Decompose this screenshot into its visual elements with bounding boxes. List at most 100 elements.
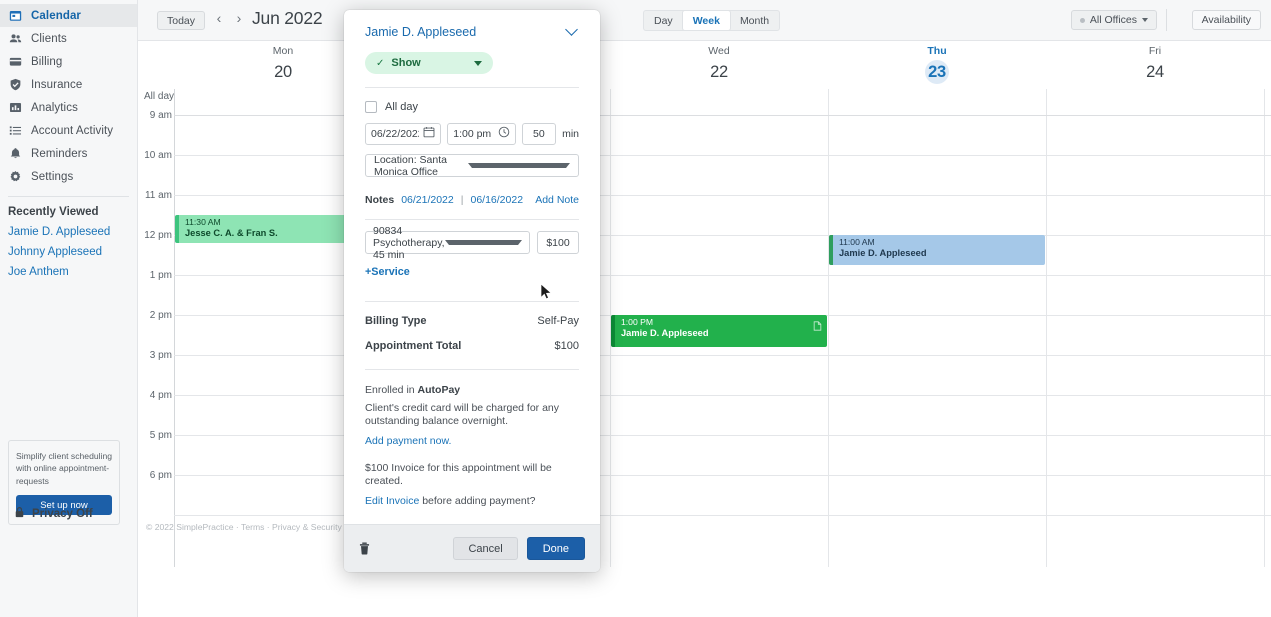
today-button[interactable]: Today	[157, 11, 206, 30]
cancel-button[interactable]: Cancel	[453, 537, 518, 560]
lock-icon	[14, 505, 25, 523]
invoice-text: $100 Invoice for this appointment will b…	[365, 461, 552, 488]
attendance-status-dropdown[interactable]: ✓ Show	[365, 52, 493, 74]
time-field[interactable]	[447, 123, 516, 145]
hour-label: 1 pm	[149, 270, 172, 281]
chevron-left-icon[interactable]: ‹	[212, 10, 226, 26]
location-dropdown[interactable]: Location: Santa Monica Office	[365, 154, 579, 178]
all-day-row: All day	[365, 101, 579, 113]
day-header-thu[interactable]: Thu 23	[828, 41, 1046, 84]
billing-type-row: Billing Type Self-Pay	[365, 315, 579, 327]
attendance-status-label: Show	[391, 57, 421, 69]
modal-divider	[365, 301, 579, 302]
time-input[interactable]	[453, 128, 494, 140]
grid-hour-line	[174, 195, 1271, 196]
hour-label: 10 am	[144, 150, 172, 161]
tab-week[interactable]: Week	[682, 11, 730, 30]
add-note-link[interactable]: Add Note	[535, 194, 579, 206]
sidebar-item-analytics[interactable]: Analytics	[0, 96, 137, 119]
recent-item[interactable]: Joe Anthem	[0, 258, 137, 278]
notes-label: Notes	[365, 194, 395, 206]
appointment-total-value: $100	[554, 340, 579, 352]
add-service-link[interactable]: +Service	[365, 266, 410, 278]
notes-separator: |	[460, 194, 464, 206]
sidebar-item-insurance[interactable]: Insurance	[0, 73, 137, 96]
recent-item[interactable]: Jamie D. Appleseed	[0, 218, 137, 238]
sidebar-item-label: Calendar	[31, 9, 82, 22]
promo-text: Simplify client scheduling with online a…	[16, 451, 113, 486]
view-toggle-group: Day Week Month	[643, 10, 781, 31]
toolbar-divider	[1166, 9, 1167, 31]
hour-label: 12 pm	[144, 230, 172, 241]
duration-input[interactable]	[527, 128, 551, 140]
calendar-picker-icon[interactable]	[423, 125, 435, 143]
note-date-link[interactable]: 06/21/2022	[401, 194, 454, 206]
event-time: 11:00 AM	[839, 237, 875, 247]
grid-hour-line	[174, 355, 1271, 356]
day-number: 23	[925, 60, 949, 84]
chevron-right-icon[interactable]: ›	[232, 10, 246, 26]
sidebar-item-label: Reminders	[31, 147, 88, 160]
calendar-event[interactable]: 11:00 AM Jamie D. Appleseed	[829, 235, 1045, 265]
check-icon: ✓	[376, 57, 385, 69]
sidebar-item-label: Insurance	[31, 78, 83, 91]
notes-row: Notes 06/21/2022 | 06/16/2022 Add Note	[365, 194, 579, 206]
datetime-row: min	[365, 123, 579, 145]
hour-label: 9 am	[149, 110, 172, 121]
autopay-description: Client's credit card will be charged for…	[365, 402, 560, 428]
sidebar-item-account-activity[interactable]: Account Activity	[0, 119, 137, 142]
privacy-toggle[interactable]: Privacy Off	[14, 505, 93, 523]
grid-hour-line	[174, 155, 1271, 156]
grid-column-line	[828, 89, 829, 567]
gear-icon	[8, 170, 22, 184]
sidebar-item-label: Account Activity	[31, 124, 114, 137]
calendar-view: Mon 20 Tue 21 Wed 22 Thu 23 Fri 24 All d…	[138, 41, 1271, 617]
calendar-icon	[8, 9, 22, 23]
recently-viewed-title: Recently Viewed	[8, 206, 99, 218]
duration-field[interactable]	[521, 123, 557, 145]
trash-icon[interactable]	[359, 542, 370, 555]
add-payment-link[interactable]: Add payment now.	[365, 435, 579, 448]
all-day-checkbox[interactable]	[365, 101, 377, 113]
clock-icon[interactable]	[498, 125, 510, 143]
hour-label: 4 pm	[149, 390, 172, 401]
all-offices-dropdown[interactable]: All Offices	[1070, 10, 1157, 30]
chevron-down-icon[interactable]	[565, 23, 578, 36]
sidebar-item-calendar[interactable]: Calendar	[0, 4, 137, 27]
sidebar-item-billing[interactable]: Billing	[0, 50, 137, 73]
event-title: Jamie D. Appleseed	[621, 328, 709, 338]
sidebar-item-settings[interactable]: Settings	[0, 165, 137, 188]
top-toolbar: Today ‹ › Jun 2022 Day Week Month All Of…	[138, 0, 1271, 41]
edit-invoice-link[interactable]: Edit Invoice	[365, 495, 419, 507]
appointment-total-label: Appointment Total	[365, 340, 462, 352]
sidebar: Calendar Clients Billing Insurance Analy…	[0, 0, 138, 617]
tab-day[interactable]: Day	[644, 11, 683, 30]
grid-hour-line	[174, 275, 1271, 276]
date-input[interactable]	[371, 128, 420, 140]
done-button[interactable]: Done	[526, 537, 585, 560]
list-icon	[8, 124, 22, 138]
all-day-label: All day	[385, 101, 419, 113]
modal-client-name[interactable]: Jamie D. Appleseed	[365, 25, 476, 39]
edit-invoice-suffix: before adding payment?	[419, 494, 536, 507]
service-price[interactable]: $100	[537, 231, 579, 254]
sidebar-item-reminders[interactable]: Reminders	[0, 142, 137, 165]
service-dropdown[interactable]: 90834 Psychotherapy, 45 min	[365, 225, 530, 261]
calendar-event[interactable]: 1:00 PM Jamie D. Appleseed	[611, 315, 827, 347]
day-number: 22	[710, 63, 728, 81]
tab-month[interactable]: Month	[730, 11, 779, 30]
grid-hour-line	[174, 395, 1271, 396]
sidebar-item-clients[interactable]: Clients	[0, 27, 137, 50]
availability-button[interactable]: Availability	[1191, 10, 1261, 30]
modal-body: Jamie D. Appleseed ✓ Show All day 06/22/…	[344, 10, 600, 524]
billing-type-label: Billing Type	[365, 315, 427, 327]
hour-label: 3 pm	[149, 350, 172, 361]
recent-item[interactable]: Johnny Appleseed	[0, 238, 137, 258]
note-date-link[interactable]: 06/16/2022	[470, 194, 523, 206]
day-header-fri[interactable]: Fri 24	[1046, 41, 1264, 82]
card-icon	[8, 55, 22, 69]
chevron-down-icon	[468, 163, 570, 168]
day-header-wed[interactable]: Wed 22	[610, 41, 828, 82]
calendar-grid[interactable]: 9 am 10 am 11 am 12 pm 1 pm 2 pm 3 pm 4 …	[138, 89, 1271, 567]
date-field[interactable]	[365, 123, 442, 145]
